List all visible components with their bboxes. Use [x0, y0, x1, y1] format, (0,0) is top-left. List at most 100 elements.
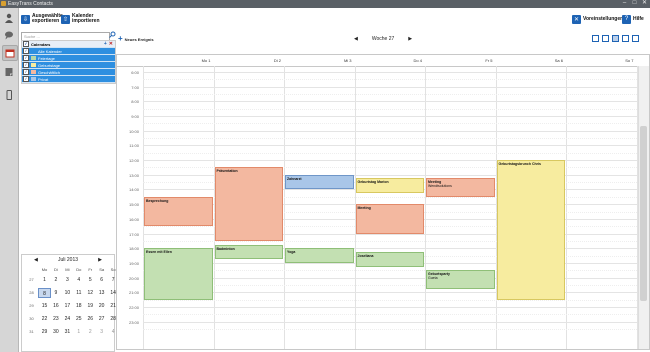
next-month-icon[interactable]: ▶: [98, 257, 102, 263]
settings-button[interactable]: ✕ Voreinstellungen: [572, 10, 623, 28]
import-button[interactable]: ⇧ Kalender importieren: [61, 10, 100, 28]
calendar-event[interactable]: Präsentation: [214, 167, 283, 241]
calendar-checkbox[interactable]: ✓: [23, 48, 29, 54]
hour-label: 10:00: [128, 128, 139, 134]
calendar-event[interactable]: Geburtsparty Gueta: [426, 270, 495, 289]
add-calendar-icon[interactable]: +: [104, 41, 107, 47]
calendar-list-item[interactable]: ✓ Feiertage: [22, 55, 115, 62]
hour-line: [143, 86, 637, 88]
calendars-header-label: Calendars: [31, 41, 51, 47]
calendar-icon: [5, 49, 15, 58]
day-view-icon[interactable]: [592, 35, 599, 42]
hour-label: 16:00: [128, 216, 139, 222]
calendar-event[interactable]: Badminton: [214, 244, 283, 260]
day-header[interactable]: Mi 3: [284, 58, 352, 63]
calendar-event[interactable]: Geburtstagsbrunch Chris: [496, 160, 565, 300]
half-hour-line: [143, 123, 637, 125]
hour-label: 7:00: [131, 84, 139, 90]
day-header[interactable]: Di 2: [214, 58, 281, 63]
event-subtitle: Wendtsolutions: [428, 184, 452, 189]
calendar-list: ✓ Calendars + ✕ ✓ Alle Kalender ✓ Feiertage…: [21, 40, 116, 84]
event-title: Meeting: [357, 206, 371, 211]
week-view-icon[interactable]: [612, 35, 619, 42]
calendar-list-item[interactable]: ✓ Privat: [22, 76, 115, 83]
calendar-module-button[interactable]: [2, 45, 18, 61]
event-title: Yoga: [287, 250, 296, 255]
calendar-checkbox[interactable]: ✓: [23, 55, 29, 61]
new-event-button[interactable]: + Neues Ereignis: [118, 34, 154, 43]
calendar-list-item[interactable]: ✓ Geschäftlich: [22, 69, 115, 76]
messages-module-button[interactable]: [2, 28, 16, 42]
prev-week-icon[interactable]: ◀: [354, 36, 358, 42]
hour-label: 22:00: [128, 305, 139, 311]
event-title: Zahnarzt: [287, 176, 302, 181]
half-hour-line: [143, 152, 637, 154]
phone-module-button[interactable]: [2, 88, 16, 102]
next-week-icon[interactable]: ▶: [408, 36, 412, 42]
export-icon: ⇩: [21, 14, 30, 24]
hour-label: 17:00: [128, 231, 139, 237]
calendar-event[interactable]: Yoga: [285, 248, 354, 263]
select-all-checkbox[interactable]: ✓: [23, 41, 29, 47]
week-number: 31: [29, 329, 34, 334]
maximize-icon[interactable]: □: [630, 0, 639, 7]
calendar-main: + Neues Ereignis ◀ Woche 27 ▶ Mo 1 Di 2 Mi…: [116, 30, 650, 352]
week-grid[interactable]: 6:00 7:00 8:00 9:00 10:00 11:00 12:00 13:00 14:0…: [117, 66, 638, 349]
close-icon[interactable]: ✕: [640, 0, 649, 7]
export-button[interactable]: ⇩ Ausgewählte exportieren: [21, 10, 63, 28]
calendar-label: Privat: [38, 76, 49, 82]
app-icon: [1, 1, 6, 6]
hour-label: 20:00: [128, 275, 139, 281]
calendar-event[interactable]: Joseliana: [355, 251, 424, 267]
calendar-checkbox[interactable]: ✓: [23, 69, 29, 75]
month-view-icon[interactable]: [622, 35, 629, 42]
list-view-icon[interactable]: [632, 35, 639, 42]
calendar-checkbox[interactable]: ✓: [23, 76, 29, 82]
week-number: 28: [29, 290, 34, 295]
half-hour-line: [143, 108, 637, 110]
calendar-list-item[interactable]: ✓ Geburtstage: [22, 62, 115, 69]
new-event-label: Neues Ereignis: [124, 36, 154, 42]
hour-label: 15:00: [128, 202, 139, 208]
search-icon[interactable]: [109, 31, 116, 40]
hour-line: [143, 145, 637, 147]
workweek-view-icon[interactable]: [602, 35, 609, 42]
day-header[interactable]: Mo 1: [143, 58, 211, 63]
event-title: Joseliana: [357, 253, 374, 258]
day-header[interactable]: So 7: [566, 58, 633, 63]
plus-icon: +: [118, 34, 123, 43]
help-label: Hilfe: [633, 15, 644, 22]
calendar-event[interactable]: Essen mit Ellen: [144, 248, 213, 300]
calendar-event[interactable]: Zahnarzt: [285, 174, 354, 190]
calendar-label: Alle Kalender: [38, 48, 62, 54]
day-header[interactable]: Sa 6: [496, 58, 563, 63]
help-button[interactable]: ? Hilfe: [622, 10, 644, 28]
event-subtitle: Gueta: [428, 276, 438, 281]
minimize-icon[interactable]: –: [620, 0, 629, 7]
phone-icon: [6, 90, 12, 100]
calendar-event[interactable]: Geburtstag Marion: [355, 178, 424, 194]
hour-label: 18:00: [128, 246, 139, 252]
scrollbar-thumb[interactable]: [640, 126, 647, 301]
calendar-color-swatch: [31, 56, 36, 60]
event-title: Besprechung: [146, 198, 169, 203]
calendar-list-item[interactable]: ✓ Alle Kalender: [22, 48, 115, 55]
calendar-event[interactable]: Meeting: [355, 204, 424, 234]
contacts-module-button[interactable]: [2, 11, 16, 25]
hour-label: 19:00: [128, 260, 139, 266]
delete-calendar-icon[interactable]: ✕: [109, 41, 113, 47]
calendar-color-swatch: [31, 49, 36, 53]
calendar-checkbox[interactable]: ✓: [23, 62, 29, 68]
day-header[interactable]: Do 4: [355, 58, 422, 63]
notes-module-button[interactable]: [2, 65, 16, 79]
calendar-event[interactable]: Besprechung: [144, 196, 213, 227]
calendar-event[interactable]: Meeting Wendtsolutions: [426, 178, 495, 197]
hour-label: 13:00: [128, 172, 139, 178]
mini-calendar: ◀ Juli 2013 ▶ Mo Di Mi Do Fr Sa So 27 1 2 3 4 5 6 7 28 8…: [21, 254, 116, 352]
event-title: Geburtstagsbrunch Chris: [498, 162, 541, 167]
prev-month-icon[interactable]: ◀: [34, 257, 38, 263]
day-header[interactable]: Fr 5: [425, 58, 492, 63]
week-navigation: ◀ Woche 27 ▶: [354, 36, 412, 42]
vertical-scrollbar[interactable]: [638, 66, 649, 349]
module-sidebar: [0, 8, 19, 352]
